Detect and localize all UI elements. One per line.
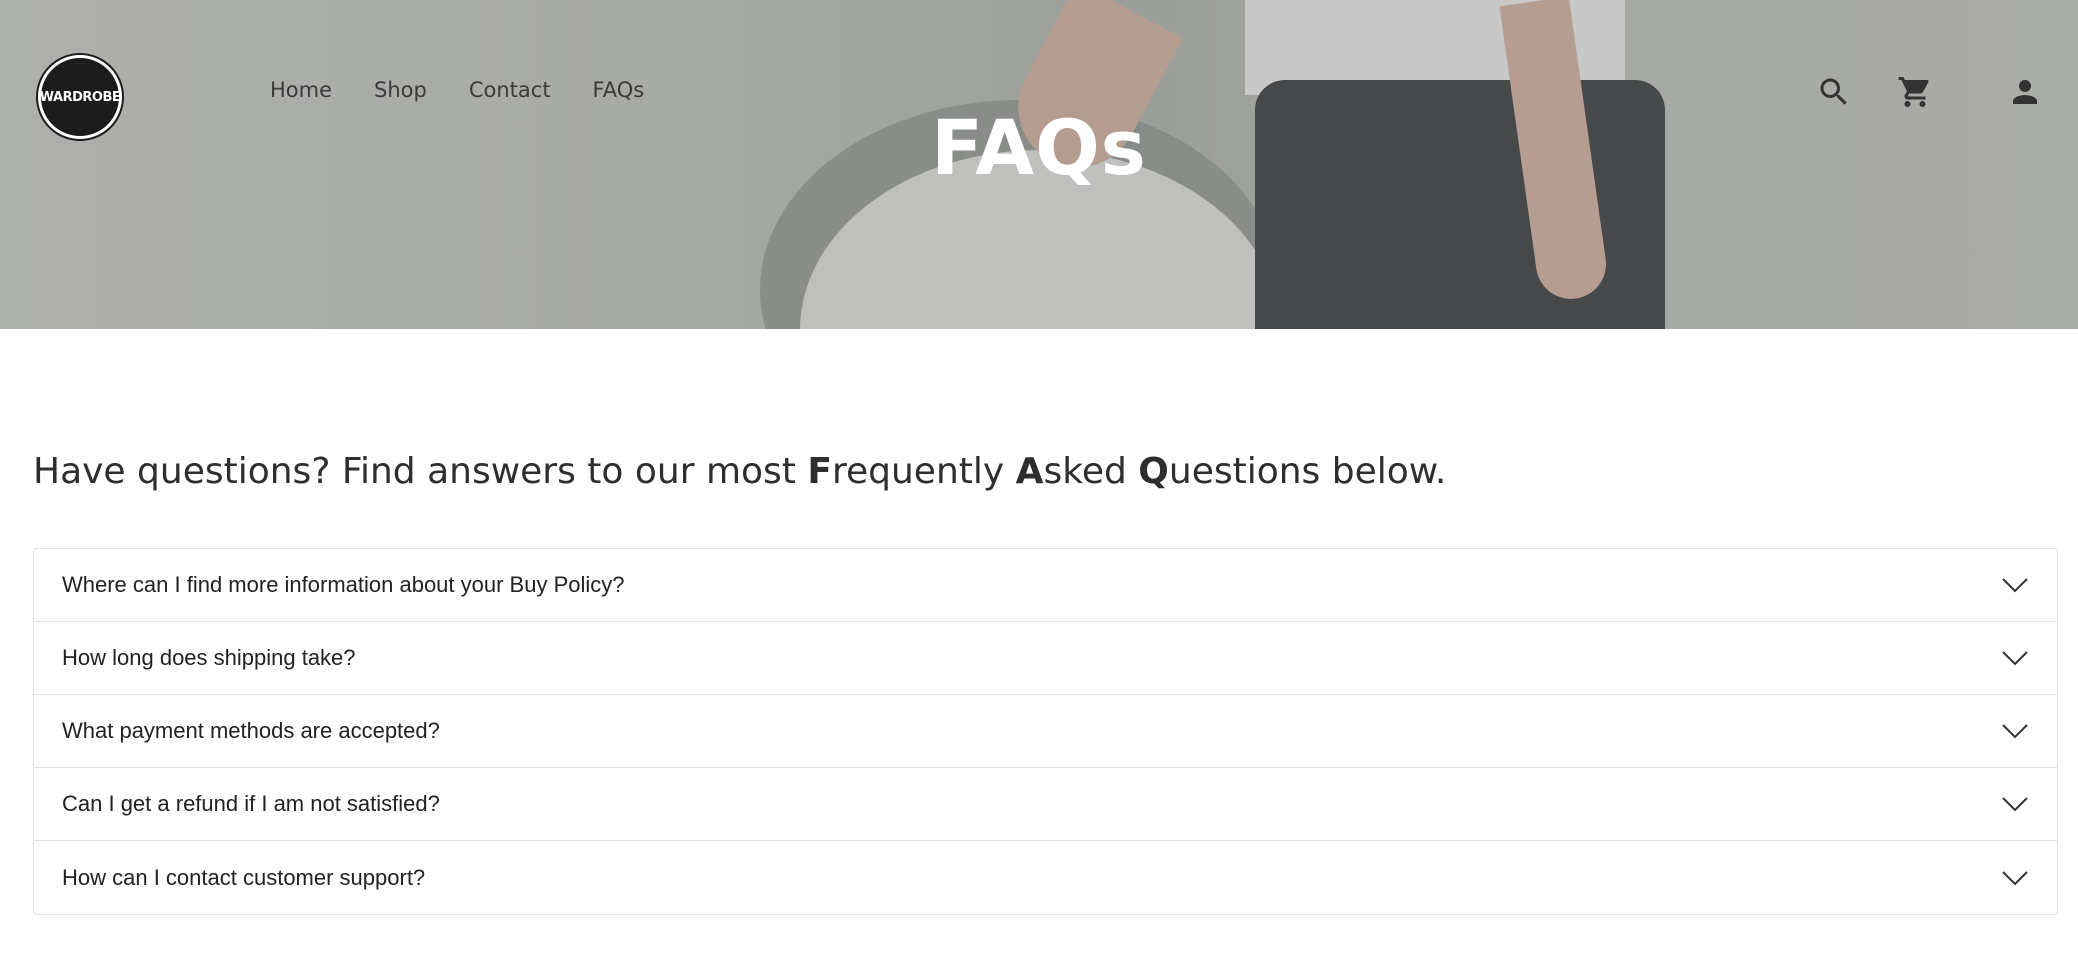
faq-intro: Have questions? Find answers to our most… [33, 451, 1446, 492]
faq-question: What payment methods are accepted? [62, 718, 440, 743]
faq-question: How long does shipping take? [62, 645, 356, 670]
chevron-down-icon [2002, 724, 2028, 739]
chevron-down-icon [2002, 651, 2028, 666]
cart-icon[interactable] [1897, 74, 1933, 110]
intro-text-4: uestions below. [1168, 451, 1447, 492]
search-icon[interactable] [1816, 74, 1852, 110]
faq-item-support[interactable]: How can I contact customer support? [34, 841, 2057, 914]
faq-item-payment[interactable]: What payment methods are accepted? [34, 695, 2057, 768]
faq-item-shipping[interactable]: How long does shipping take? [34, 622, 2057, 695]
account-icon[interactable] [2007, 74, 2043, 110]
intro-text-3: sked [1043, 451, 1139, 492]
header-icons [0, 74, 2078, 114]
faq-item-buy-policy[interactable]: Where can I find more information about … [34, 549, 2057, 622]
intro-text-1: Have questions? Find answers to our most [33, 451, 808, 492]
hero-banner: WARDROBE Home Shop Contact FAQs FAQs [0, 0, 2078, 329]
chevron-down-icon [2002, 797, 2028, 812]
page-title: FAQs [931, 103, 1147, 192]
faq-item-refund[interactable]: Can I get a refund if I am not satisfied… [34, 768, 2057, 841]
intro-bold-a: A [1015, 451, 1044, 492]
faq-accordion: Where can I find more information about … [33, 548, 2058, 915]
faq-question: Where can I find more information about … [62, 572, 625, 597]
intro-bold-f: F [807, 451, 832, 492]
chevron-down-icon [2002, 870, 2028, 885]
faq-question: How can I contact customer support? [62, 864, 426, 890]
faq-question: Can I get a refund if I am not satisfied… [62, 791, 440, 816]
intro-bold-q: Q [1138, 451, 1169, 492]
chevron-down-icon [2002, 578, 2028, 593]
intro-text-2: requently [831, 451, 1016, 492]
